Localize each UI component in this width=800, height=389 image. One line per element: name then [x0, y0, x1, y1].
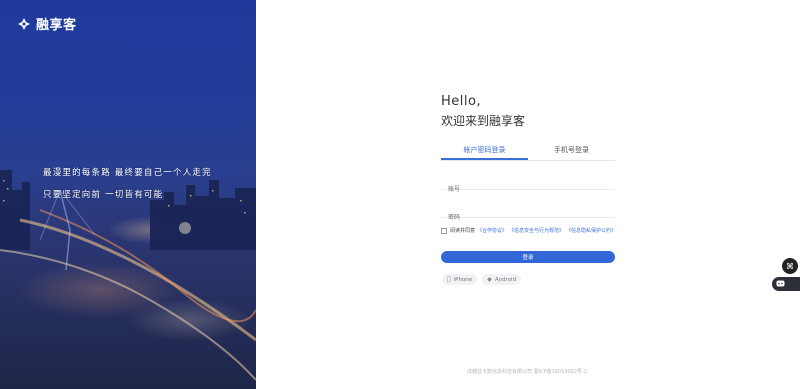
brand-mark-icon — [18, 17, 30, 30]
download-android-button[interactable]: ◆ Android — [482, 274, 522, 285]
agreement-row: 阅读并同意 《合作协议》 《信息安全与行为规范》 《信息隐私保护公约》 — [441, 227, 616, 234]
floating-chat-button[interactable] — [772, 277, 800, 291]
welcome-heading: Hello, 欢迎来到融享客 — [441, 94, 615, 129]
agreement-prefix: 阅读并同意 — [450, 228, 476, 234]
apple-icon:  — [447, 276, 451, 283]
left-hero-panel: 融享客 最漫里的每条路 最终要自己一个人走完 只要坚定向前 一切皆有可能 — [0, 0, 256, 389]
account-field — [441, 176, 615, 196]
login-button[interactable]: 登录 — [441, 251, 615, 263]
password-field — [441, 204, 615, 224]
tab-account-password[interactable]: 帐户密码登录 — [441, 143, 528, 160]
greeting-welcome: 欢迎来到融享客 — [441, 114, 526, 128]
app-downloads:  iPhone ◆ Android — [442, 274, 522, 285]
greeting-hello: Hello, — [441, 94, 482, 109]
chat-bot-icon — [776, 280, 785, 287]
download-iphone-button[interactable]:  iPhone — [442, 274, 478, 285]
account-input[interactable] — [441, 183, 615, 196]
link-security-conduct[interactable]: 《信息安全与行为规范》 — [509, 227, 564, 234]
highway-lights — [0, 190, 256, 381]
brand-logo[interactable]: 融享客 — [17, 14, 77, 33]
grid-icon: ⌘ — [786, 261, 794, 271]
slogan-line-2: 只要坚定向前 一切皆有可能 — [43, 190, 164, 200]
brand-name: 融享客 — [36, 18, 77, 33]
link-cooperation-agreement[interactable]: 《合作协议》 — [477, 227, 507, 234]
android-icon: ◆ — [483, 276, 492, 283]
footer-copyright: 成都任卡数信息科技有限公司 蜀ICP备19019022号-2 — [467, 369, 588, 375]
password-input[interactable] — [441, 211, 615, 224]
download-iphone-label: iPhone — [450, 276, 473, 283]
floating-menu-button[interactable]: ⌘ — [782, 258, 798, 274]
login-tabs: 帐户密码登录 手机号登录 — [441, 143, 615, 161]
agreement-checkbox[interactable] — [441, 227, 447, 234]
tab-phone-login[interactable]: 手机号登录 — [528, 143, 615, 160]
download-android-label: Android — [491, 276, 516, 283]
slogan-line-1: 最漫里的每条路 最终要自己一个人走完 — [43, 168, 212, 178]
link-privacy-protection[interactable]: 《信息隐私保护公约》 — [566, 227, 616, 234]
